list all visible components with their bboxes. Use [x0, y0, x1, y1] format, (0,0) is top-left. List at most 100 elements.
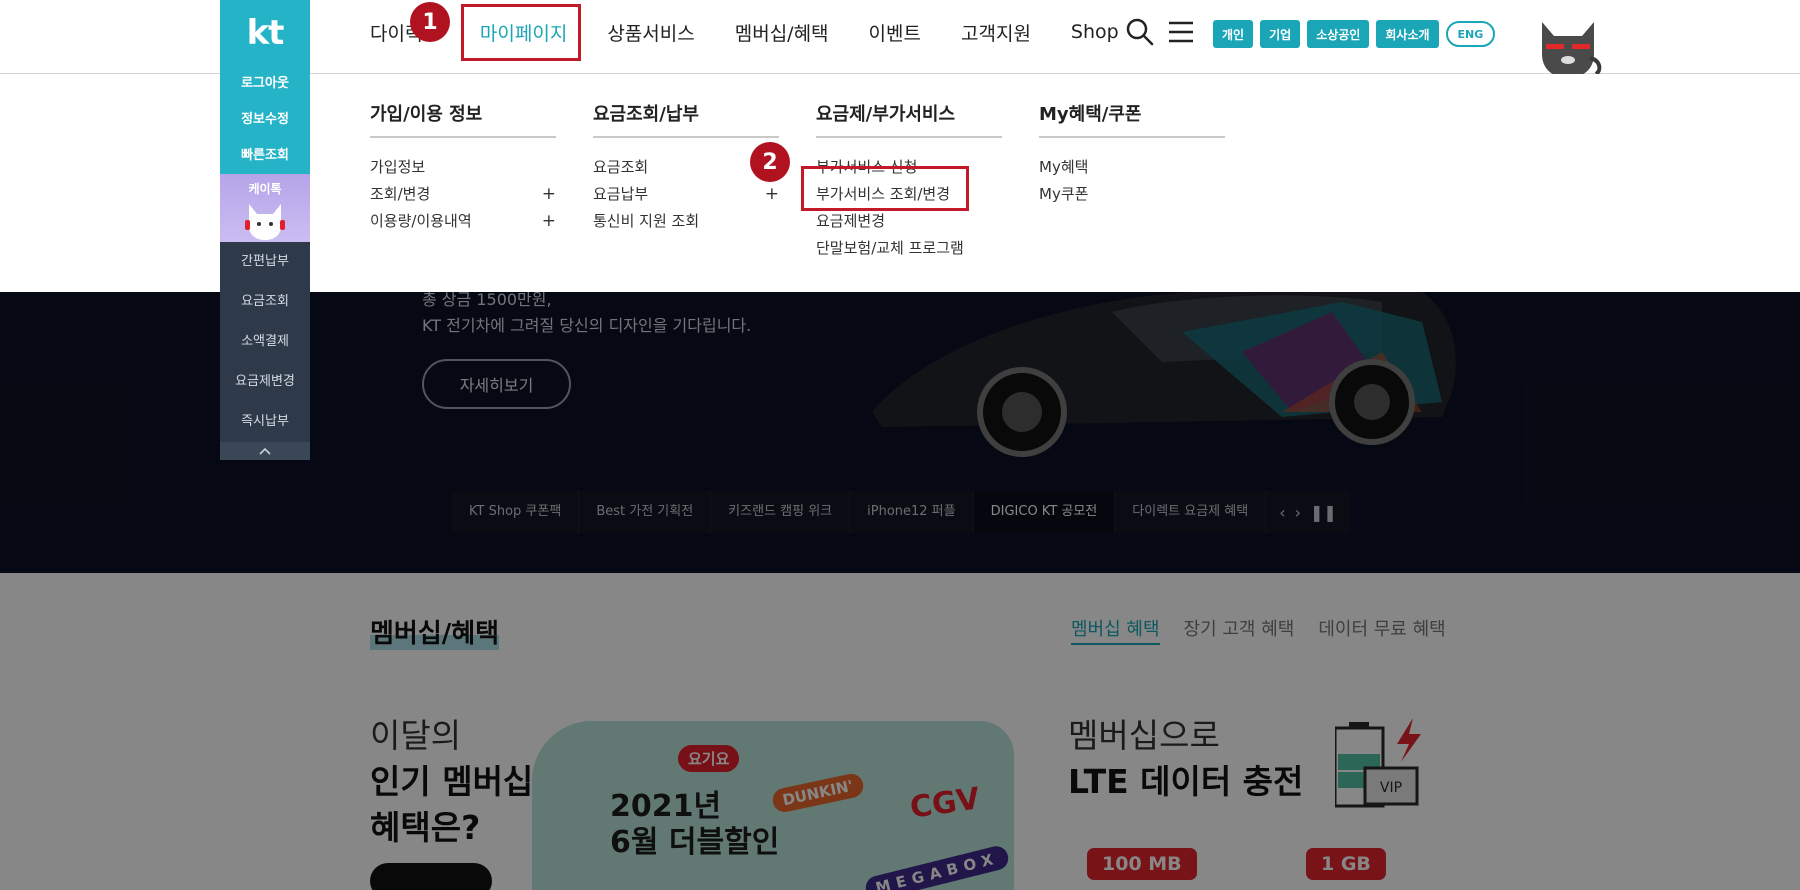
ktalk-button[interactable]: 케이톡: [220, 174, 310, 242]
hero-tab[interactable]: iPhone12 퍼플: [850, 491, 974, 533]
nav-products[interactable]: 상품서비스: [607, 19, 694, 46]
menu-column-title: My혜택/쿠폰: [1039, 100, 1225, 138]
chevron-up-icon: [259, 447, 271, 455]
menu-column-benefits: My혜택/쿠폰 My혜택 My쿠폰: [1039, 100, 1225, 208]
hero-controls: ‹ › ❚❚: [1266, 491, 1350, 533]
english-button[interactable]: ENG: [1445, 21, 1496, 47]
hero-text-line1: 총 상금 1500만원,: [422, 292, 552, 309]
plus-icon[interactable]: +: [765, 181, 779, 208]
quick-account-group: 로그아웃 정보수정 빠른조회: [220, 66, 310, 174]
hero-tab[interactable]: Best 가전 기획전: [579, 491, 712, 533]
menu-item-label: 요금제변경: [816, 212, 886, 230]
quick-menu-bar: kt 로그아웃 정보수정 빠른조회 케이톡 간편납부 요금조회 소액결제 요금제…: [220, 0, 310, 463]
menu-item-plan-change[interactable]: 요금제변경: [816, 208, 1002, 235]
menu-item-label: 가입정보: [370, 158, 426, 176]
hero-tab-active[interactable]: DIGICO KT 공모전: [973, 491, 1116, 533]
chevron-left-icon[interactable]: ‹: [1279, 503, 1285, 522]
menu-column-title: 요금조회/납부: [593, 100, 779, 138]
menu-item-bill-payment[interactable]: 요금납부 +: [593, 181, 779, 208]
hero-tab[interactable]: 키즈랜드 캠핑 위크: [711, 491, 851, 533]
scroll-top-button[interactable]: [220, 442, 310, 460]
double-discount-banner[interactable]: 요기요 DUNKIN' CGV MEGABOX 2021년 6월 더블할인: [532, 721, 1014, 890]
edit-info-button[interactable]: 정보수정: [220, 102, 310, 138]
hero-tab-bar: KT Shop 쿠폰팩 Best 가전 기획전 키즈랜드 캠핑 위크 iPhon…: [452, 491, 1350, 533]
logout-button[interactable]: 로그아웃: [220, 66, 310, 102]
menu-item-label: 이용량/이용내역: [370, 212, 472, 230]
tab-membership-benefit[interactable]: 멤버십 혜택: [1071, 615, 1160, 645]
banner-year: 2021년: [610, 789, 722, 824]
vip-label: VIP: [1380, 780, 1402, 796]
pause-icon[interactable]: ❚❚: [1310, 503, 1337, 522]
hero-tab[interactable]: 다이렉트 요금제 혜택: [1115, 491, 1267, 533]
instant-pay-button[interactable]: 즉시납부: [220, 402, 310, 442]
menu-item-label: 요금조회: [593, 158, 649, 176]
segment-smallbiz-button[interactable]: 소상공인: [1307, 20, 1370, 48]
menu-item-subscription-info[interactable]: 가입정보: [370, 154, 556, 181]
kt-logo[interactable]: kt: [220, 0, 310, 66]
popular-line2: 인기 멤버십: [370, 762, 534, 801]
menu-item-label: 단말보험/교체 프로그램: [816, 239, 964, 257]
banner-subtitle: 6월 더블할인: [610, 825, 780, 860]
plus-icon[interactable]: +: [542, 181, 556, 208]
data-option-100mb[interactable]: 100 MB: [1087, 848, 1197, 880]
menu-item-telecom-support[interactable]: 통신비 지원 조회: [593, 208, 779, 235]
menu-item-lookup-change[interactable]: 조회/변경 +: [370, 181, 556, 208]
membership-title: 멤버십/혜택: [370, 613, 500, 650]
ktalk-label: 케이톡: [248, 182, 282, 196]
menu-column-subscription: 가입/이용 정보 가입정보 조회/변경 + 이용량/이용내역 +: [370, 100, 556, 235]
lte-line1: 멤버십으로: [1068, 716, 1220, 755]
menu-item-my-coupon[interactable]: My쿠폰: [1039, 181, 1225, 208]
membership-section: 멤버십/혜택 멤버십 혜택 장기 고객 혜택 데이터 무료 혜택 이달의 인기 …: [0, 573, 1800, 890]
menu-item-label: 요금납부: [593, 185, 649, 203]
hero-tab[interactable]: KT Shop 쿠폰팩: [452, 491, 580, 533]
hamburger-menu-icon[interactable]: [1168, 20, 1194, 44]
tab-long-term-benefit[interactable]: 장기 고객 혜택: [1184, 615, 1295, 645]
step-marker-2: 2: [750, 142, 790, 182]
menu-item-label: 조회/변경: [370, 185, 431, 203]
cgv-logo: CGV: [907, 781, 982, 826]
micro-payment-button[interactable]: 소액결제: [220, 322, 310, 362]
segment-company-button[interactable]: 회사소개: [1376, 20, 1439, 48]
popular-benefit-heading: 이달의 인기 멤버십 혜택은?: [370, 713, 533, 851]
bill-inquiry-button[interactable]: 요금조회: [220, 282, 310, 322]
menu-column-title: 가입/이용 정보: [370, 100, 556, 138]
nav-shop[interactable]: Shop: [1071, 21, 1119, 43]
segment-business-button[interactable]: 기업: [1260, 20, 1301, 48]
quick-service-group: 간편납부 요금조회 소액결제 요금제변경 즉시납부: [220, 242, 310, 442]
hero-text-line2: KT 전기차에 그려질 당신의 디자인을 기다립니다.: [422, 316, 752, 335]
menu-item-device-insurance[interactable]: 단말보험/교체 프로그램: [816, 235, 1002, 262]
nav-support[interactable]: 고객지원: [961, 19, 1031, 46]
yogiyo-logo: 요기요: [678, 745, 740, 772]
menu-item-label: My혜택: [1039, 158, 1089, 176]
ktalk-mascot-icon: [245, 204, 285, 240]
segment-personal-button[interactable]: 개인: [1213, 20, 1254, 48]
step-marker-1: 1: [410, 2, 450, 42]
nav-events[interactable]: 이벤트: [869, 19, 921, 46]
membership-tabs: 멤버십 혜택 장기 고객 혜택 데이터 무료 혜택: [1071, 615, 1446, 645]
easy-pay-button[interactable]: 간편납부: [220, 242, 310, 282]
chevron-right-icon[interactable]: ›: [1295, 503, 1301, 522]
mypage-highlight-box: [461, 4, 581, 61]
customer-segment-buttons: 개인 기업 소상공인 회사소개 ENG: [1213, 20, 1496, 48]
kt-logo-text: kt: [246, 13, 285, 53]
popular-line3: 혜택은?: [370, 808, 481, 847]
search-icon[interactable]: [1126, 18, 1154, 46]
popular-line1: 이달의: [370, 716, 462, 755]
nav-membership[interactable]: 멤버십/혜택: [735, 19, 829, 46]
menu-column-title: 요금제/부가서비스: [816, 100, 1002, 138]
plan-change-button[interactable]: 요금제변경: [220, 362, 310, 402]
menu-item-label: 통신비 지원 조회: [593, 212, 700, 230]
menu-item-usage-history[interactable]: 이용량/이용내역 +: [370, 208, 556, 235]
menu-item-my-benefit[interactable]: My혜택: [1039, 154, 1225, 181]
hero-more-button[interactable]: 자세히보기: [422, 359, 571, 409]
quick-lookup-button[interactable]: 빠른조회: [220, 138, 310, 174]
popular-more-button[interactable]: [370, 863, 492, 890]
menu-item-label: My쿠폰: [1039, 185, 1089, 203]
data-option-1gb[interactable]: 1 GB: [1306, 848, 1386, 880]
addon-change-highlight-box: [801, 166, 969, 211]
dunkin-logo: DUNKIN': [770, 771, 866, 815]
tab-free-data-benefit[interactable]: 데이터 무료 혜택: [1318, 615, 1445, 645]
plus-icon[interactable]: +: [542, 208, 556, 235]
battery-icon: VIP: [1335, 718, 1421, 808]
car-image: [872, 292, 1456, 457]
